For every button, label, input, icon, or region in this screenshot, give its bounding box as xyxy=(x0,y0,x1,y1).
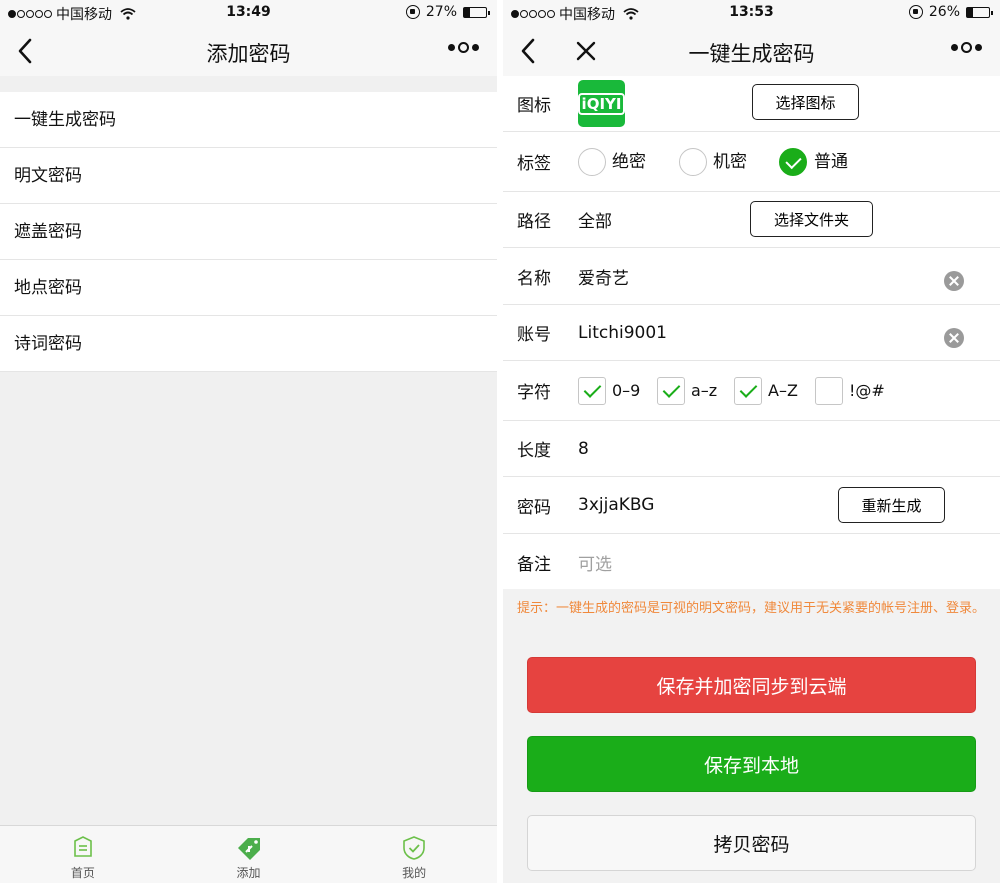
field-label: 图标 xyxy=(517,96,551,116)
home-doc-icon xyxy=(74,836,92,857)
more-icon[interactable] xyxy=(951,42,982,53)
battery-icon xyxy=(463,6,490,18)
radio-label: 普通 xyxy=(814,152,848,172)
uppercase-checkbox[interactable] xyxy=(734,377,762,405)
battery-percent: 27% xyxy=(425,4,457,20)
page-title: 添加密码 xyxy=(206,42,291,66)
list-item[interactable]: 地点密码 xyxy=(0,260,497,316)
note-row: 备注 可选 xyxy=(503,534,1000,590)
symbols-checkbox[interactable] xyxy=(815,377,843,405)
tag-radio-confidential[interactable] xyxy=(679,148,707,176)
password-form: 图标 iQIYI 选择图标 标签 绝密 机密 普通 路径 全部 选择文件夹 名称… xyxy=(503,76,1000,590)
field-label: 标签 xyxy=(517,154,551,174)
tip-text: 提示：一键生成的密码是可视的明文密码，建议用于无关紧要的帐号注册、登录。 xyxy=(517,601,986,616)
tab-home[interactable]: 首页 xyxy=(0,826,166,883)
list-item[interactable]: 明文密码 xyxy=(0,148,497,204)
account-row: 账号 Litchi9001 xyxy=(503,305,1000,361)
digits-checkbox[interactable] xyxy=(578,377,606,405)
chars-row: 字符 0–9 a–z A–Z !@# xyxy=(503,361,1000,421)
left-screen: 中国移动 13:49 27% 添加密码 一键生成密码 明文密码 遮盖密码 地点密… xyxy=(0,0,497,883)
rotation-lock-icon xyxy=(405,5,420,19)
radio-label: 绝密 xyxy=(612,152,646,172)
save-cloud-button[interactable]: 保存并加密同步到云端 xyxy=(527,657,976,713)
tab-bar: 首页 添加 我的 xyxy=(0,825,497,883)
save-local-button[interactable]: 保存到本地 xyxy=(527,736,976,792)
clear-icon[interactable] xyxy=(944,328,964,348)
checkbox-label: a–z xyxy=(691,381,718,400)
list-item[interactable]: 一键生成密码 xyxy=(0,92,497,148)
action-area: 提示：一键生成的密码是可视的明文密码，建议用于无关紧要的帐号注册、登录。 保存并… xyxy=(503,589,1000,883)
list-item[interactable]: 遮盖密码 xyxy=(0,204,497,260)
nav-bar: 一键生成密码 xyxy=(503,26,1000,76)
status-bar: 中国移动 13:53 26% xyxy=(503,0,1000,26)
iqiyi-app-icon: iQIYI xyxy=(577,80,626,127)
field-label: 路径 xyxy=(517,212,551,232)
length-row: 长度 8 xyxy=(503,421,1000,477)
regenerate-button[interactable]: 重新生成 xyxy=(838,487,945,523)
checkbox-label: A–Z xyxy=(768,381,798,400)
checkbox-label: !@# xyxy=(849,381,885,400)
tag-radio-normal[interactable] xyxy=(779,148,807,176)
tag-radio-top-secret[interactable] xyxy=(578,148,606,176)
field-label: 备注 xyxy=(517,554,551,575)
tag-row: 标签 绝密 机密 普通 xyxy=(503,132,1000,192)
choose-folder-button[interactable]: 选择文件夹 xyxy=(750,201,873,237)
field-label: 字符 xyxy=(517,383,551,403)
add-type-list: 一键生成密码 明文密码 遮盖密码 地点密码 诗词密码 xyxy=(0,92,497,372)
password-row: 密码 3xjjaKBG 重新生成 xyxy=(503,477,1000,534)
name-input[interactable]: 爱奇艺 xyxy=(578,248,629,304)
tab-label: 添加 xyxy=(236,866,261,880)
add-tag-icon xyxy=(237,838,260,860)
path-value: 全部 xyxy=(578,212,612,232)
note-input[interactable]: 可选 xyxy=(578,534,612,590)
radio-label: 机密 xyxy=(713,152,747,172)
path-row: 路径 全部 选择文件夹 xyxy=(503,192,1000,248)
password-input[interactable]: 3xjjaKBG xyxy=(578,477,654,533)
account-input[interactable]: Litchi9001 xyxy=(578,305,667,360)
field-label: 密码 xyxy=(517,497,551,518)
lowercase-checkbox[interactable] xyxy=(657,377,685,405)
tab-label: 首页 xyxy=(70,866,95,880)
nav-bar: 添加密码 xyxy=(0,26,497,76)
name-row: 名称 爱奇艺 xyxy=(503,248,1000,305)
length-input[interactable]: 8 xyxy=(578,421,589,476)
tab-label: 我的 xyxy=(402,866,427,880)
tab-add[interactable]: 添加 xyxy=(166,826,332,883)
page-title: 一键生成密码 xyxy=(688,42,815,66)
battery-icon xyxy=(966,6,993,18)
choose-icon-button[interactable]: 选择图标 xyxy=(752,84,859,120)
field-label: 名称 xyxy=(517,268,551,289)
copy-password-button[interactable]: 拷贝密码 xyxy=(527,815,976,871)
tab-mine[interactable]: 我的 xyxy=(331,826,497,883)
rotation-lock-icon xyxy=(908,5,923,19)
clear-icon[interactable] xyxy=(944,271,964,291)
more-icon[interactable] xyxy=(448,42,479,53)
status-bar: 中国移动 13:49 27% xyxy=(0,0,497,26)
shield-check-icon xyxy=(403,836,425,860)
field-label: 账号 xyxy=(517,325,551,345)
checkbox-label: 0–9 xyxy=(612,381,641,400)
field-label: 长度 xyxy=(517,441,551,461)
icon-row: 图标 iQIYI 选择图标 xyxy=(503,76,1000,132)
list-item[interactable]: 诗词密码 xyxy=(0,316,497,372)
right-screen: 中国移动 13:53 26% 一键生成密码 图标 iQIYI 选择图标 标签 绝… xyxy=(503,0,1000,883)
battery-percent: 26% xyxy=(928,4,960,20)
app-icon-text: iQIYI xyxy=(577,92,626,115)
